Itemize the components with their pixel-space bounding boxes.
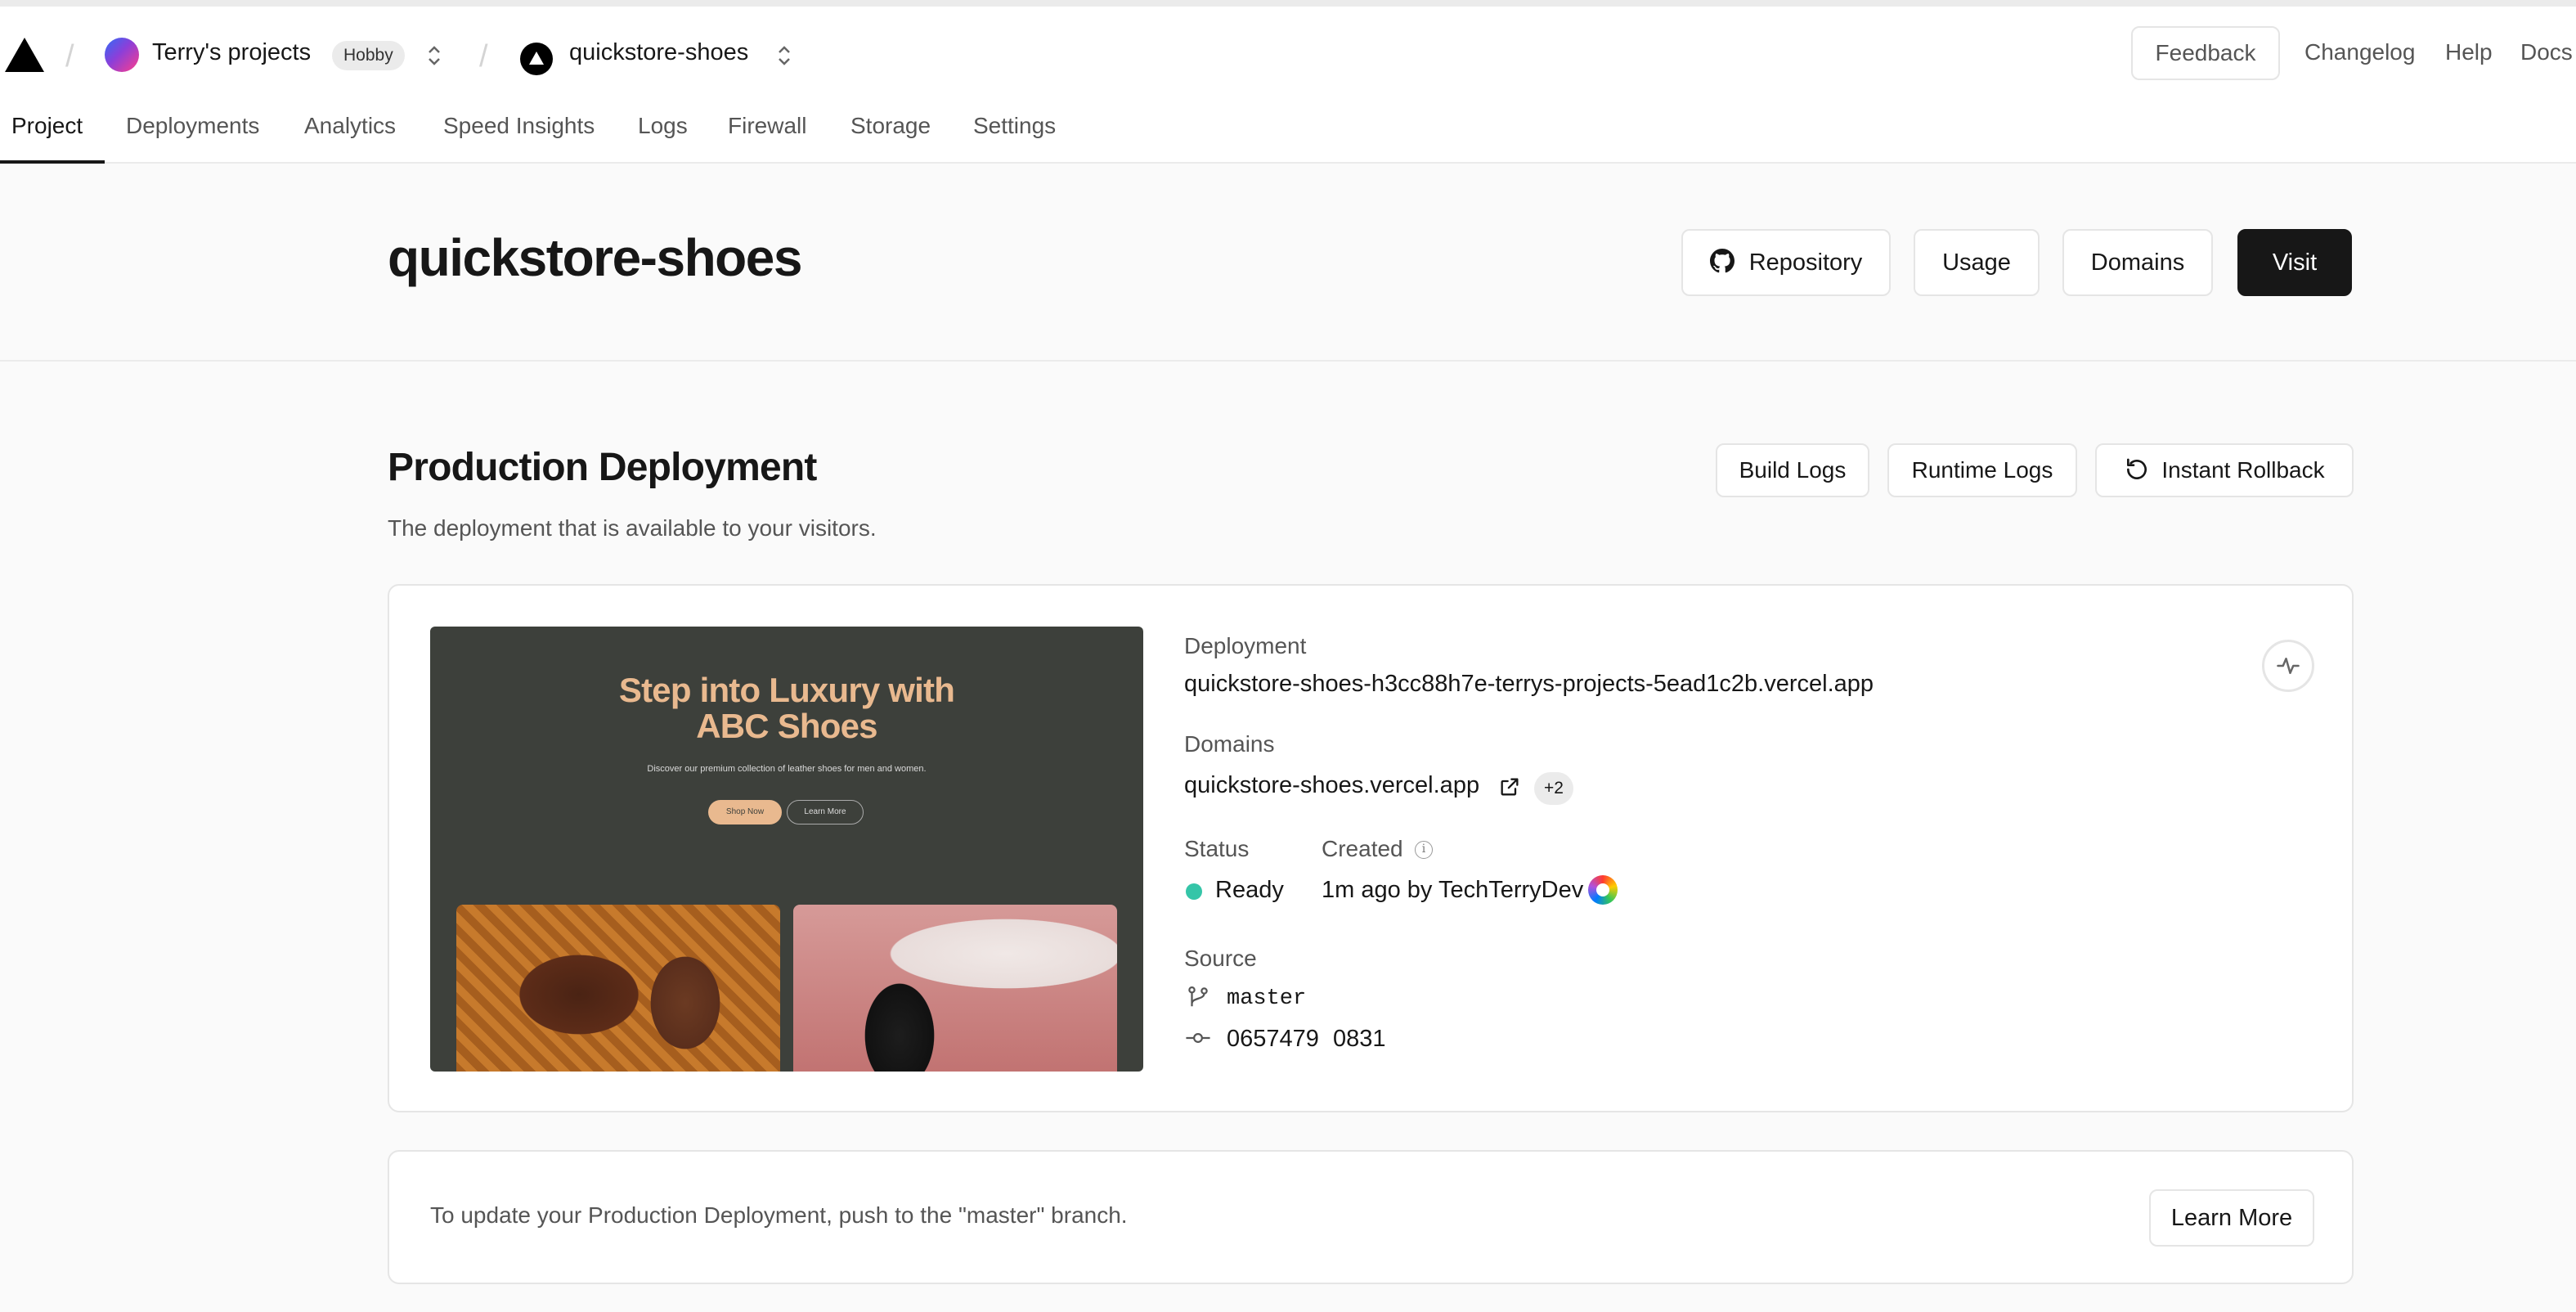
team-switcher-chevron-icon[interactable] (425, 43, 443, 69)
project-title-band: quickstore-shoes Repository Usage Domain… (0, 164, 2576, 362)
vercel-logo-icon[interactable] (3, 36, 46, 74)
visit-button[interactable]: Visit (2237, 229, 2352, 296)
source-label: Source (1184, 946, 1257, 971)
status-dot (1186, 883, 1202, 900)
help-link[interactable]: Help (2445, 39, 2493, 65)
branch-name[interactable]: master (1227, 986, 1306, 1011)
tab-speed-insights[interactable]: Speed Insights (443, 113, 595, 139)
learn-more-button[interactable]: Learn More (2149, 1189, 2314, 1247)
user-avatar[interactable] (1588, 875, 1618, 905)
tab-settings[interactable]: Settings (973, 113, 1056, 139)
created-label: Created (1322, 836, 1403, 861)
update-notice-text: To update your Production Deployment, pu… (430, 1202, 1128, 1228)
commit-hash[interactable]: 0657479 (1227, 1026, 1319, 1053)
domains-label: Domains (1184, 731, 1275, 757)
external-link-icon[interactable] (1498, 775, 1521, 798)
preview-shop-now-button: Shop Now (708, 800, 782, 824)
project-tabs: Project Deployments Analytics Speed Insi… (0, 101, 2576, 164)
tab-deployments[interactable]: Deployments (126, 113, 259, 139)
preview-shoes-image (456, 905, 780, 1072)
changelog-link[interactable]: Changelog (2304, 39, 2415, 65)
runtime-logs-button[interactable]: Runtime Logs (1887, 443, 2077, 497)
domain-link[interactable]: quickstore-shoes.vercel.app (1184, 772, 1479, 799)
info-icon[interactable]: i (1415, 841, 1433, 859)
production-deployment-title: Production Deployment (388, 446, 817, 489)
plan-badge: Hobby (332, 41, 405, 70)
repository-label: Repository (1748, 249, 1863, 276)
production-deployment-card: Step into Luxury with ABC Shoes Discover… (388, 584, 2354, 1112)
header-bar: / Terry's projects Hobby / quickstore-sh… (0, 7, 2576, 101)
production-deployment-subtitle: The deployment that is available to your… (388, 515, 877, 541)
docs-link[interactable]: Docs (2520, 39, 2573, 65)
team-avatar[interactable] (105, 38, 139, 72)
tab-firewall[interactable]: Firewall (728, 113, 806, 139)
deployment-label: Deployment (1184, 633, 1307, 658)
tab-logs[interactable]: Logs (638, 113, 688, 139)
project-name[interactable]: quickstore-shoes (569, 39, 748, 66)
breadcrumb-separator: / (479, 39, 488, 74)
tab-project[interactable]: Project (11, 113, 83, 139)
preview-headline-line-2: ABC Shoes (696, 707, 877, 745)
tab-storage[interactable]: Storage (850, 113, 931, 139)
git-branch-icon (1188, 986, 1208, 1007)
preview-headline: Step into Luxury with ABC Shoes (430, 672, 1143, 744)
project-switcher-chevron-icon[interactable] (775, 43, 793, 69)
commit-message: 0831 (1333, 1026, 1386, 1052)
update-notice-card: To update your Production Deployment, pu… (388, 1150, 2354, 1284)
activity-icon (2277, 658, 2300, 674)
preview-learn-more-button: Learn More (787, 800, 864, 824)
preview-tagline: Discover our premium collection of leath… (647, 764, 927, 774)
status-value: Ready (1215, 877, 1284, 903)
page-title: quickstore-shoes (388, 228, 802, 287)
tab-analytics[interactable]: Analytics (304, 113, 396, 139)
team-name[interactable]: Terry's projects (152, 39, 311, 66)
top-header: / Terry's projects Hobby / quickstore-sh… (0, 7, 2576, 164)
rollback-icon (2127, 458, 2147, 479)
domains-button[interactable]: Domains (2062, 229, 2213, 296)
window-top-strip (0, 0, 2576, 7)
deployment-url-link[interactable]: quickstore-shoes-h3cc88h7e-terrys-projec… (1184, 671, 1874, 698)
extra-domains-badge[interactable]: +2 (1534, 772, 1573, 805)
project-icon (520, 43, 553, 75)
preview-boots-image (793, 905, 1117, 1072)
instant-rollback-button[interactable]: Instant Rollback (2095, 443, 2354, 497)
breadcrumb-separator: / (65, 39, 74, 74)
preview-headline-line-1: Step into Luxury with (618, 671, 955, 709)
github-icon (1709, 249, 1735, 273)
activity-button[interactable] (2262, 640, 2314, 692)
usage-button[interactable]: Usage (1914, 229, 2040, 296)
git-commit-icon (1186, 1033, 1210, 1043)
status-label: Status (1184, 836, 1250, 861)
created-value: 1m ago by TechTerryDev (1322, 877, 1584, 903)
feedback-button[interactable]: Feedback (2131, 26, 2280, 80)
instant-rollback-label: Instant Rollback (2161, 457, 2325, 483)
build-logs-button[interactable]: Build Logs (1716, 443, 1869, 497)
deployment-preview[interactable]: Step into Luxury with ABC Shoes Discover… (430, 627, 1143, 1072)
repository-button[interactable]: Repository (1681, 229, 1891, 296)
